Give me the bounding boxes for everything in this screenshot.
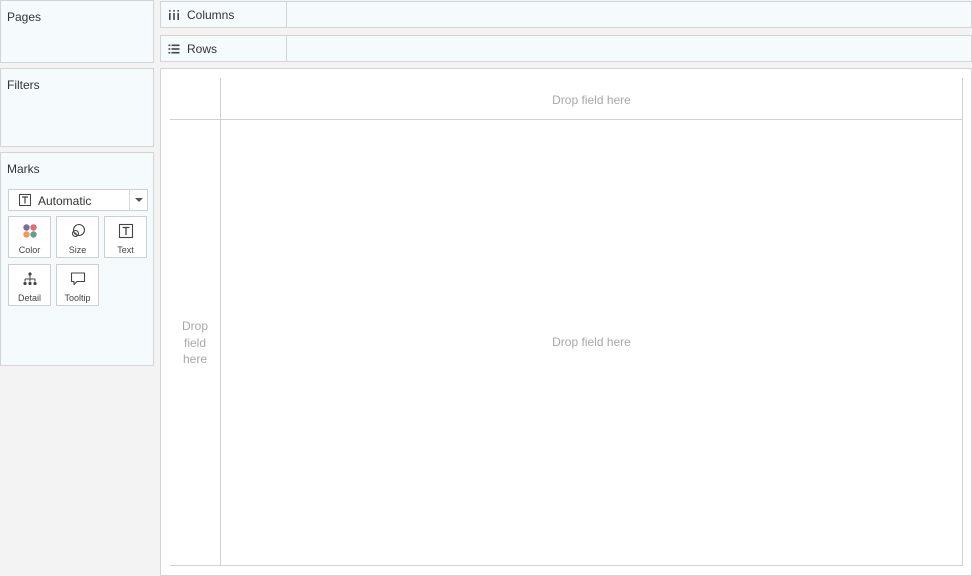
detail-button[interactable]: Detail (8, 264, 51, 306)
pages-card[interactable]: Pages (0, 0, 154, 63)
pages-title: Pages (7, 10, 42, 24)
filters-card[interactable]: Filters (0, 68, 154, 147)
mark-type-label: Automatic (38, 194, 92, 208)
detail-tree-icon (22, 272, 37, 286)
detail-label: Detail (17, 293, 41, 303)
text-mark-icon (19, 194, 31, 206)
mark-type-dropdown[interactable]: Automatic (8, 189, 148, 211)
marks-card: Marks Automatic Color Size Text Detail T… (0, 152, 154, 366)
column-header-divider (170, 119, 963, 120)
color-dots-icon (22, 224, 37, 238)
color-button[interactable]: Color (8, 216, 51, 258)
text-label: Text (117, 245, 134, 255)
dropdown-divider (129, 190, 130, 210)
rows-label: Rows (187, 42, 218, 56)
tooltip-button[interactable]: Tooltip (56, 264, 99, 306)
row-drop-zone[interactable]: Drop field here (170, 318, 220, 368)
columns-shelf[interactable]: Columns (160, 1, 972, 28)
rows-divider (286, 36, 287, 61)
rows-icon (168, 44, 180, 54)
tooltip-bubble-icon (70, 272, 85, 286)
tooltip-label: Tooltip (64, 293, 91, 303)
row-header-divider (220, 78, 221, 566)
center-drop-zone[interactable]: Drop field here (221, 335, 962, 349)
right-border-line (962, 78, 963, 566)
columns-label: Columns (187, 8, 235, 22)
text-button[interactable]: Text (104, 216, 147, 258)
row-drop-line: field (183, 335, 206, 350)
columns-icon (169, 10, 179, 20)
rows-shelf[interactable]: Rows (160, 35, 972, 62)
marks-title: Marks (7, 162, 40, 176)
row-drop-line: Drop (181, 319, 208, 333)
text-t-icon (118, 223, 133, 239)
color-label: Color (18, 245, 41, 255)
bottom-border-line (170, 565, 963, 566)
chevron-down-icon[interactable] (135, 198, 143, 202)
column-drop-zone[interactable]: Drop field here (221, 93, 962, 107)
row-drop-line: here (182, 352, 208, 366)
size-button[interactable]: Size (56, 216, 99, 258)
size-label: Size (68, 245, 87, 255)
view-canvas[interactable]: Drop field here Drop field here Drop fie… (160, 68, 972, 576)
columns-divider (286, 2, 287, 27)
size-circles-icon (71, 223, 85, 238)
filters-title: Filters (7, 78, 40, 92)
